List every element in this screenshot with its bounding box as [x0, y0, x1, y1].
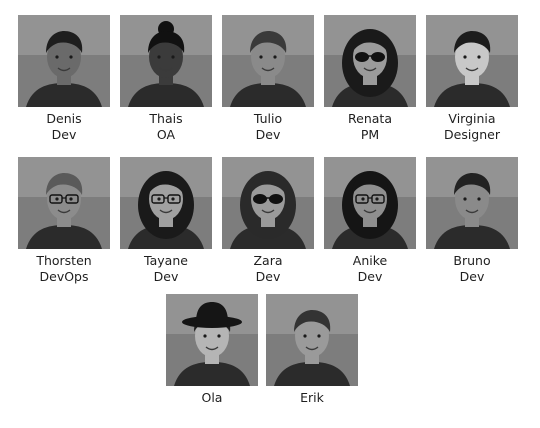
member-caption: Ola: [166, 390, 258, 406]
left-eye: [157, 197, 161, 201]
team-member-virginia: Virginia Designer: [426, 15, 518, 143]
member-caption: Denis Dev: [18, 111, 110, 143]
right-eye: [217, 334, 221, 338]
right-eye: [477, 197, 481, 201]
portrait-photo: [426, 157, 518, 249]
portrait-image: [18, 157, 110, 249]
sunglasses-right-lens: [269, 194, 283, 204]
member-caption: Renata PM: [324, 111, 416, 143]
portrait-photo: [266, 294, 358, 386]
right-eye: [69, 197, 73, 201]
member-name: Tulio: [253, 111, 283, 126]
left-eye: [55, 55, 59, 59]
member-role: Dev: [153, 269, 179, 284]
portrait-photo: [426, 15, 518, 107]
member-role: DevOps: [39, 269, 89, 284]
portrait-photo: [18, 15, 110, 107]
left-eye: [361, 197, 365, 201]
member-role: Dev: [51, 127, 77, 142]
left-eye: [463, 55, 467, 59]
portrait-photo: [324, 157, 416, 249]
member-caption: Tulio Dev: [222, 111, 314, 143]
member-name: Ola: [201, 390, 223, 405]
member-role: Designer: [444, 127, 500, 142]
member-caption: Virginia Designer: [426, 111, 518, 143]
team-member-erik: Erik: [266, 294, 358, 406]
member-name: Erik: [300, 390, 324, 405]
portrait-photo: [120, 15, 212, 107]
member-name: Tayane: [144, 253, 188, 268]
portrait-image: [324, 157, 416, 249]
member-role: OA: [156, 127, 176, 142]
left-eye: [203, 334, 207, 338]
team-member-denis: Denis Dev: [18, 15, 110, 143]
team-member-bruno: Bruno Dev: [426, 157, 518, 285]
portrait-image: [222, 15, 314, 107]
team-member-tulio: Tulio Dev: [222, 15, 314, 143]
left-eye: [55, 197, 59, 201]
sunglasses-right-lens: [371, 52, 385, 62]
member-caption: Bruno Dev: [426, 253, 518, 285]
member-caption: Erik: [266, 390, 358, 406]
member-caption: Thorsten DevOps: [18, 253, 110, 285]
portrait-image: [120, 157, 212, 249]
portrait-image: [166, 294, 258, 386]
portrait-image: [18, 15, 110, 107]
member-role: Dev: [255, 269, 281, 284]
team-member-zara: Zara Dev: [222, 157, 314, 285]
right-eye: [171, 55, 175, 59]
member-name: Zara: [253, 253, 283, 268]
portrait-image: [426, 15, 518, 107]
member-caption: Tayane Dev: [120, 253, 212, 285]
right-eye: [273, 55, 277, 59]
member-name: Renata: [348, 111, 392, 126]
team-member-anike: Anike Dev: [324, 157, 416, 285]
team-page: { "team": [ {"name": "Denis", "role": "D…: [0, 0, 540, 428]
portrait-photo: [120, 157, 212, 249]
member-role: Dev: [357, 269, 383, 284]
team-member-ola: Ola: [166, 294, 258, 406]
member-name: Thais: [149, 111, 183, 126]
portrait-photo: [222, 157, 314, 249]
portrait-image: [266, 294, 358, 386]
portrait-photo: [18, 157, 110, 249]
left-eye: [157, 55, 161, 59]
sunglasses-left-lens: [355, 52, 369, 62]
right-eye: [69, 55, 73, 59]
right-eye: [375, 197, 379, 201]
portrait-image: [120, 15, 212, 107]
portrait-image: [324, 15, 416, 107]
portrait-photo: [222, 15, 314, 107]
right-eye: [477, 55, 481, 59]
member-name: Anike: [352, 253, 388, 268]
member-caption: Anike Dev: [324, 253, 416, 285]
member-role: PM: [360, 127, 380, 142]
portrait-image: [426, 157, 518, 249]
portrait-photo: [324, 15, 416, 107]
member-caption: Zara Dev: [222, 253, 314, 285]
member-name: Thorsten: [36, 253, 92, 268]
portrait-photo: [166, 294, 258, 386]
member-role: Dev: [459, 269, 485, 284]
team-member-thais: Thais OA: [120, 15, 212, 143]
left-eye: [259, 55, 263, 59]
member-role: Dev: [255, 127, 281, 142]
team-member-tayane: Tayane Dev: [120, 157, 212, 285]
member-name: Virginia: [448, 111, 496, 126]
left-eye: [303, 334, 307, 338]
team-member-renata: Renata PM: [324, 15, 416, 143]
sunglasses-left-lens: [253, 194, 267, 204]
right-eye: [317, 334, 321, 338]
portrait-image: [222, 157, 314, 249]
member-name: Denis: [46, 111, 82, 126]
left-eye: [463, 197, 467, 201]
team-member-thorsten: Thorsten DevOps: [18, 157, 110, 285]
member-name: Bruno: [453, 253, 491, 268]
member-caption: Thais OA: [120, 111, 212, 143]
right-eye: [171, 197, 175, 201]
